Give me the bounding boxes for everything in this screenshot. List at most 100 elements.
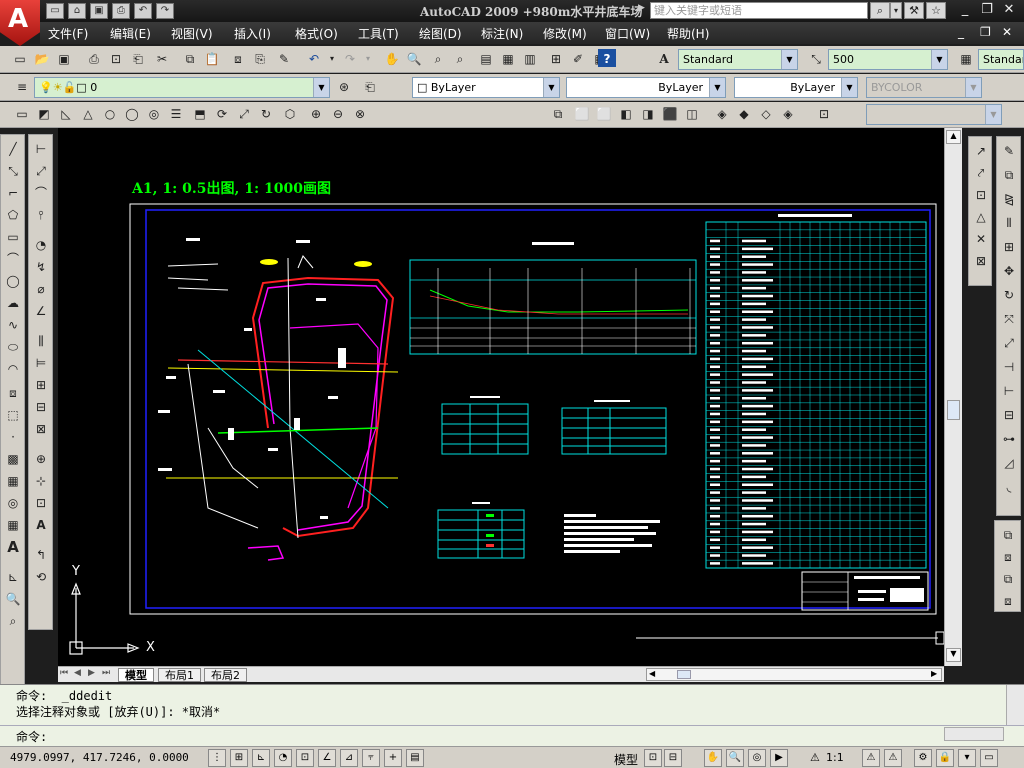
command-line-input[interactable]: 命令: — [0, 725, 1024, 745]
mtext-icon[interactable]: A — [3, 537, 23, 557]
paste-icon[interactable]: 📋 — [202, 49, 222, 69]
snap-from-icon[interactable]: ⤤ — [971, 163, 991, 183]
box-icon[interactable]: ◩ — [34, 104, 54, 124]
bring-above-icon[interactable]: ⧉ — [998, 569, 1018, 589]
erase-icon[interactable]: ✎ — [999, 141, 1019, 161]
bring-front-icon[interactable]: ⧉ — [998, 525, 1018, 545]
xline-icon[interactable]: ⤡ — [3, 161, 23, 181]
annotation-scale-value[interactable]: 1:1 — [826, 751, 844, 764]
preview-icon[interactable]: ⊡ — [106, 49, 126, 69]
vertical-scrollbar[interactable]: ▲ ▼ — [944, 128, 962, 666]
ducs-mode-icon[interactable]: ⊿ — [340, 749, 358, 767]
lock-toolbar-icon[interactable]: 🔒 — [936, 749, 954, 767]
sphere-icon[interactable]: ○ — [100, 104, 120, 124]
quick-dim-icon[interactable]: ⫼ — [31, 331, 51, 351]
grid-mode-icon[interactable]: ⊞ — [230, 749, 248, 767]
menu-dimension[interactable]: 标注(N) — [481, 25, 523, 42]
polysolid-icon[interactable]: ▭ — [12, 104, 32, 124]
loft-icon[interactable]: ⬡ — [280, 104, 300, 124]
ne-iso-icon[interactable]: ◇ — [756, 104, 776, 124]
scroll-up-icon[interactable]: ▲ — [946, 130, 961, 144]
minimize-button[interactable]: _ — [954, 2, 976, 19]
menu-draw[interactable]: 绘图(D) — [419, 25, 462, 42]
linear-dim-icon[interactable]: ⊢ — [31, 139, 51, 159]
doc-close-button[interactable]: ✕ — [1002, 25, 1012, 39]
dyn-mode-icon[interactable]: ⫧ — [362, 749, 380, 767]
polyline-icon[interactable]: ⌐ — [3, 183, 23, 203]
linetype-select[interactable]: ByLayer ▼ — [566, 77, 726, 98]
make-block-icon[interactable]: ⬚ — [3, 405, 23, 425]
close-button[interactable]: ✕ — [998, 2, 1020, 19]
layer-select[interactable]: 💡☀🔓□ 0 ▼ — [34, 77, 330, 98]
showmotion-icon[interactable]: ▶ — [770, 749, 788, 767]
menu-format[interactable]: 格式(O) — [295, 25, 338, 42]
pyramid-icon[interactable]: ☰ — [166, 104, 186, 124]
ellipse-icon[interactable]: ⬭ — [3, 337, 23, 357]
zoom-realtime-icon[interactable]: 🔍 — [404, 49, 424, 69]
vscroll-thumb[interactable] — [947, 400, 960, 420]
zoom-previous-icon[interactable]: ⌕ — [450, 49, 470, 69]
presspull-icon[interactable]: ⟳ — [212, 104, 232, 124]
color-select[interactable]: □ ByLayer ▼ — [412, 77, 560, 98]
undo-icon[interactable]: ↶ — [134, 3, 152, 19]
tab-layout2[interactable]: 布局2 — [204, 668, 247, 682]
nw-iso-icon[interactable]: ◈ — [778, 104, 798, 124]
snap-intersection-icon[interactable]: ✕ — [971, 229, 991, 249]
scale-icon[interactable]: ⤧ — [999, 309, 1019, 329]
arc-icon[interactable]: ⌒ — [3, 249, 23, 269]
tolerance-icon[interactable]: ⊕ — [31, 449, 51, 469]
help-icon[interactable]: ? — [598, 49, 616, 67]
union-icon[interactable]: ⊕ — [306, 104, 326, 124]
zoom-icon[interactable]: 🔍 — [3, 589, 23, 609]
cone-icon[interactable]: △ — [78, 104, 98, 124]
sw-iso-icon[interactable]: ◈ — [712, 104, 732, 124]
copybase-icon[interactable]: ⧈ — [228, 49, 248, 69]
temp-track-icon[interactable]: ↗ — [971, 141, 991, 161]
search-icon[interactable]: ⌕ — [870, 2, 890, 19]
paste-block-icon[interactable]: ⎘ — [250, 49, 270, 69]
plot-icon[interactable]: ⎙ — [84, 49, 104, 69]
subscription-icon[interactable]: ⚒ — [904, 2, 924, 19]
search-input[interactable]: 键入关键字或短语 — [650, 2, 868, 19]
redo-icon[interactable]: ↷ — [156, 3, 174, 19]
annotation-visibility-icon[interactable]: ⚠ — [862, 749, 880, 767]
menu-window[interactable]: 窗口(W) — [605, 25, 650, 42]
osnap-mode-icon[interactable]: ⊡ — [296, 749, 314, 767]
markup-icon[interactable]: ✐ — [568, 49, 588, 69]
snap-mode-icon[interactable]: ⋮ — [208, 749, 226, 767]
menu-help[interactable]: 帮助(H) — [667, 25, 709, 42]
copy-icon[interactable]: ⧉ — [180, 49, 200, 69]
spline-icon[interactable]: ∿ — [3, 315, 23, 335]
text-style-select[interactable]: Standard ▼ — [678, 49, 798, 70]
pan-status-icon[interactable]: ✋ — [704, 749, 722, 767]
doc-restore-button[interactable]: ❐ — [980, 25, 991, 39]
fillet-icon[interactable]: ◟ — [999, 477, 1019, 497]
rotate-icon[interactable]: ↻ — [999, 285, 1019, 305]
zoom-status-icon[interactable]: 🔍 — [726, 749, 744, 767]
stretch-icon[interactable]: ⤢ — [999, 333, 1019, 353]
rectangle-icon[interactable]: ▭ — [3, 227, 23, 247]
dim-style-select[interactable]: 500 ▼ — [828, 49, 948, 70]
model-space-label[interactable]: 模型 — [614, 751, 638, 768]
left-view-icon[interactable]: ◧ — [616, 104, 636, 124]
menu-insert[interactable]: 插入(I) — [234, 25, 271, 42]
favorites-icon[interactable]: ☆ — [926, 2, 946, 19]
bottom-view-icon[interactable]: ⬜ — [594, 104, 614, 124]
horizontal-scrollbar[interactable]: ◀ ▶ — [646, 668, 942, 681]
properties-icon[interactable]: ▤ — [476, 49, 496, 69]
save-file-icon[interactable]: ▣ — [54, 49, 74, 69]
tab-prev-icon[interactable]: ◀ — [74, 668, 81, 678]
sweep-icon[interactable]: ⤢ — [234, 104, 254, 124]
zoom-window-icon[interactable]: ⌕ — [428, 49, 448, 69]
redo-tool-icon[interactable]: ↷ — [340, 49, 360, 69]
menu-modify[interactable]: 修改(M) — [543, 25, 587, 42]
tab-model[interactable]: 模型 — [118, 668, 154, 682]
back-view-icon[interactable]: ◫ — [682, 104, 702, 124]
design-center-icon[interactable]: ▦ — [498, 49, 518, 69]
line-icon[interactable]: ╱ — [3, 139, 23, 159]
clean-screen-icon[interactable]: ▭ — [980, 749, 998, 767]
tab-next-icon[interactable]: ▶ — [88, 668, 95, 678]
tab-last-icon[interactable]: ⏭ — [102, 668, 110, 678]
coordinates-display[interactable]: 4979.0997, 417.7246, 0.0000 — [10, 751, 189, 764]
right-view-icon[interactable]: ◨ — [638, 104, 658, 124]
